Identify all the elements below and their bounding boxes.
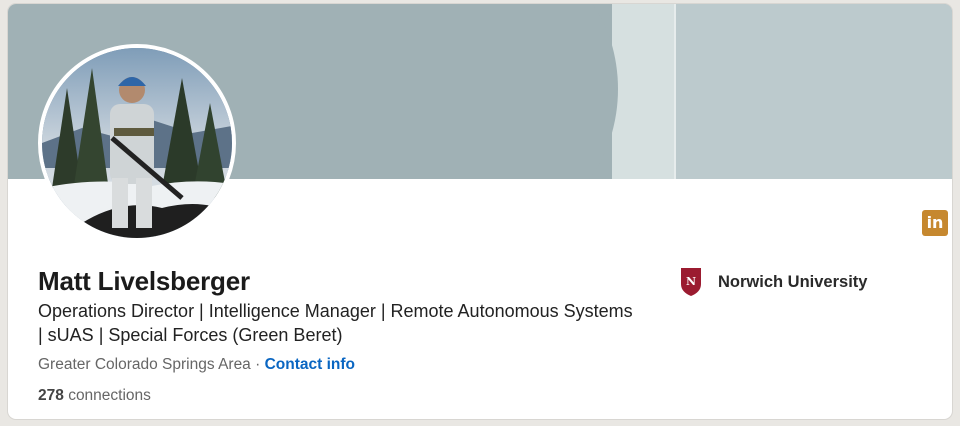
university-name: Norwich University <box>718 272 868 291</box>
university-logo-icon: N <box>676 266 706 298</box>
university-logo-letter: N <box>686 275 696 288</box>
banner-curve <box>428 4 618 179</box>
avatar[interactable] <box>38 44 236 242</box>
contact-info-link[interactable]: Contact info <box>265 356 355 373</box>
profile-card: in Matt Livelsberger Operations Director… <box>8 4 952 419</box>
connections-label: connections <box>68 387 151 404</box>
banner-panel <box>612 4 676 179</box>
banner-panel-right <box>676 4 952 179</box>
profile-location: Greater Colorado Springs Area <box>38 356 251 373</box>
education-entry[interactable]: N Norwich University <box>676 266 867 298</box>
profile-headline: Operations Director | Intelligence Manag… <box>38 301 633 345</box>
separator-dot: · <box>255 356 265 373</box>
profile-name: Matt Livelsberger <box>38 266 250 296</box>
avatar-photo <box>42 48 232 238</box>
connections-count: 278 <box>38 387 64 404</box>
connections-row[interactable]: 278 connections <box>38 387 151 405</box>
linkedin-icon[interactable]: in <box>922 210 948 236</box>
location-row: Greater Colorado Springs Area · Contact … <box>38 356 355 374</box>
